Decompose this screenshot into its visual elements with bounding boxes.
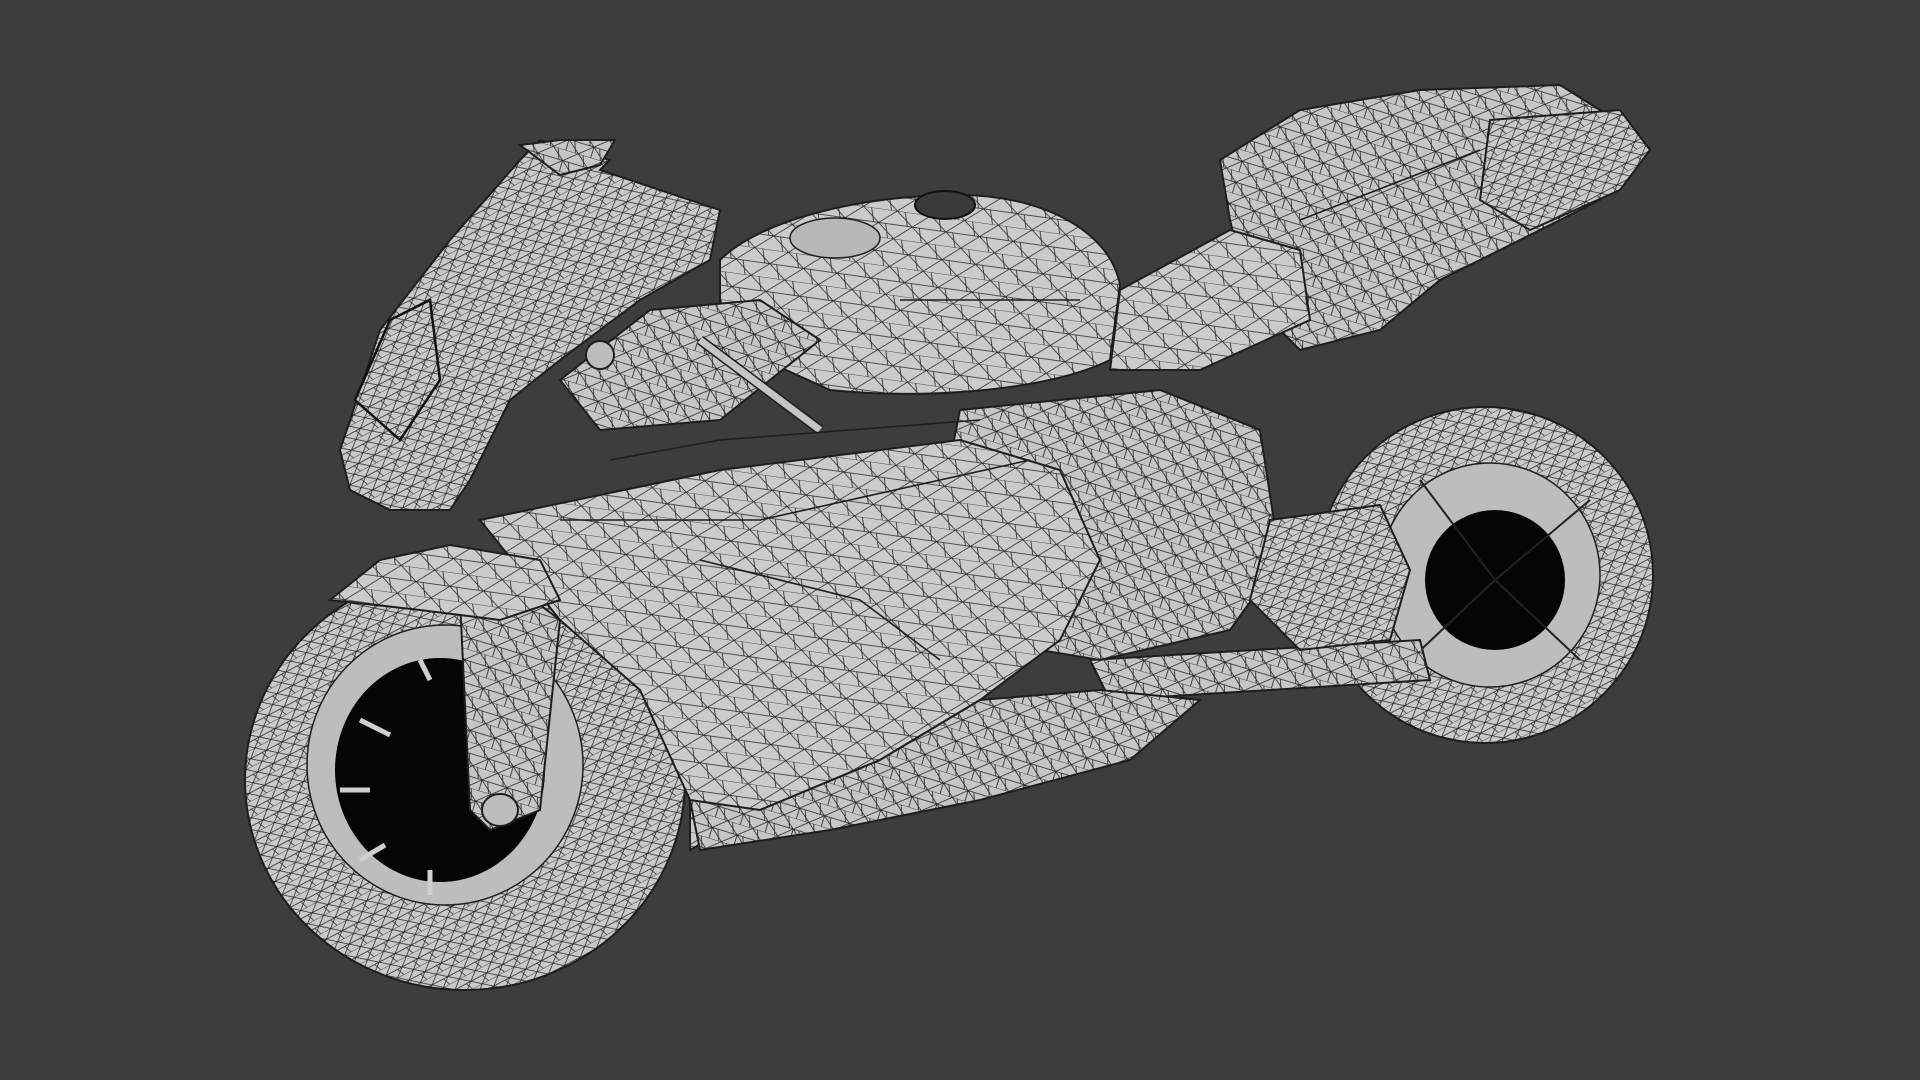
front-axle xyxy=(481,793,519,827)
exhaust[interactable] xyxy=(1478,108,1652,232)
3d-viewport[interactable] xyxy=(0,0,1920,1080)
seat[interactable] xyxy=(1108,228,1312,371)
motorcycle-model[interactable] xyxy=(0,0,1920,1080)
fuel-cap[interactable] xyxy=(914,190,976,220)
tank-recess xyxy=(789,217,881,259)
rear-hub-cover[interactable] xyxy=(1248,503,1412,652)
